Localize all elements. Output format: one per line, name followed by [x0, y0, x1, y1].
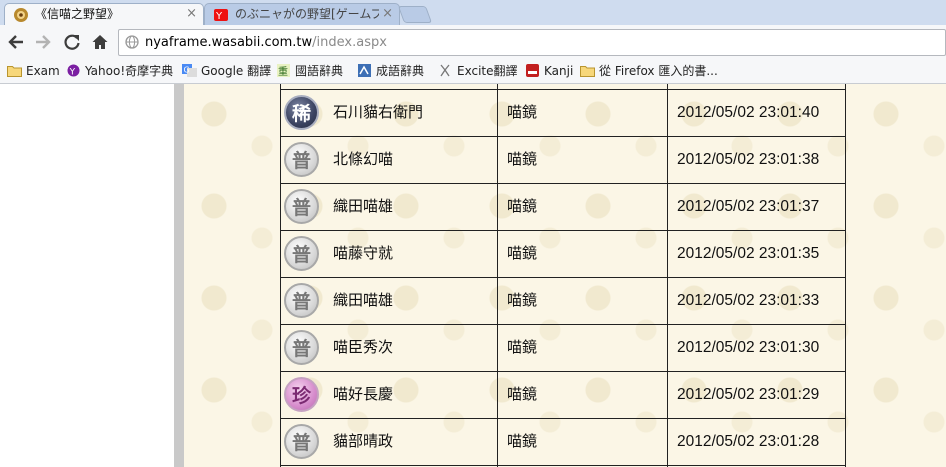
rarity-badge-icon: 珍 — [284, 377, 319, 412]
source-label: 喵鏡 — [507, 197, 538, 215]
source-label: 喵鏡 — [507, 432, 538, 450]
table-row: 普 喵藤守就 喵鏡 2012/05/02 23:01:35 — [280, 230, 846, 277]
svg-text:Y: Y — [69, 68, 76, 78]
source-label: 喵鏡 — [507, 103, 538, 121]
new-tab-button[interactable] — [397, 6, 433, 23]
rarity-badge-icon: 普 — [284, 330, 319, 365]
source-label: 喵鏡 — [507, 338, 538, 356]
bookmarks-bar: Exam Y Yahoo!奇摩字典 G Google 翻譯 重 國語辭典 成語辭… — [0, 59, 946, 84]
card-name: 北條幻喵 — [333, 150, 394, 168]
tab-title: 《信喵之野望》 — [35, 7, 120, 21]
forward-icon[interactable] — [32, 31, 54, 53]
address-bar[interactable]: nyaframe.wasabii.com.tw/index.aspx — [118, 29, 946, 56]
svg-text:重: 重 — [278, 65, 288, 77]
timestamp: 2012/05/02 23:01:33 — [677, 292, 820, 309]
timestamp: 2012/05/02 23:01:28 — [677, 433, 820, 450]
table-row: 普 北條幻喵 喵鏡 2012/05/02 23:01:38 — [280, 136, 846, 183]
yahoo-icon: Y — [214, 9, 228, 22]
table-row: 普 織田喵雄 喵鏡 2012/05/02 23:01:37 — [280, 183, 846, 230]
excite-icon — [440, 64, 450, 77]
idiom-icon — [358, 64, 371, 77]
card-name: 喵臣秀次 — [333, 338, 394, 356]
tab-close-icon[interactable]: × — [186, 4, 197, 24]
table-row: 普 喵臣秀次 喵鏡 2012/05/02 23:01:30 — [280, 324, 846, 371]
home-icon[interactable] — [89, 31, 111, 53]
tab-strip: 《信喵之野望》 × Y のぶニャがの野望[ゲームプ × — [0, 0, 946, 25]
source-label: 喵鏡 — [507, 291, 538, 309]
rarity-badge-icon: 普 — [284, 189, 319, 224]
table-row: 普 貓部晴政 喵鏡 2012/05/02 23:01:28 — [280, 418, 846, 465]
tab-nyaframe[interactable]: 《信喵之野望》 × — [4, 3, 204, 25]
timestamp: 2012/05/02 23:01:40 — [677, 104, 820, 121]
back-icon[interactable] — [5, 31, 27, 53]
timestamp: 2012/05/02 23:01:30 — [677, 339, 820, 356]
card-name: 織田喵雄 — [333, 197, 394, 215]
source-label: 喵鏡 — [507, 244, 538, 262]
dictionary-icon: 重 — [277, 64, 290, 77]
page-left-border — [174, 84, 184, 467]
rarity-badge-icon: 普 — [284, 236, 319, 271]
timestamp: 2012/05/02 23:01:38 — [677, 151, 820, 168]
svg-text:G: G — [184, 66, 190, 75]
reload-icon[interactable] — [61, 31, 83, 53]
globe-icon — [125, 35, 139, 49]
table-row: 珍 喵好長慶 喵鏡 2012/05/02 23:01:29 — [280, 371, 846, 418]
table-row: 普 織田喵雄 喵鏡 2012/05/02 23:01:33 — [280, 277, 846, 324]
source-label: 喵鏡 — [507, 150, 538, 168]
card-name: 貓部晴政 — [333, 432, 394, 450]
folder-icon — [580, 66, 595, 77]
kanji-icon — [526, 64, 539, 77]
timestamp: 2012/05/02 23:01:37 — [677, 198, 820, 215]
card-name: 喵好長慶 — [333, 385, 394, 403]
table-row-divider — [280, 465, 846, 466]
svg-text:Y: Y — [215, 11, 223, 22]
card-name: 喵藤守就 — [333, 244, 394, 262]
folder-icon — [7, 66, 22, 77]
source-label: 喵鏡 — [507, 385, 538, 403]
tab-nobunyaga[interactable]: Y のぶニャがの野望[ゲームプ × — [204, 3, 400, 25]
table-row: 稀 石川貓右衛門 喵鏡 2012/05/02 23:01:40 — [280, 89, 846, 136]
url-text: nyaframe.wasabii.com.tw/index.aspx — [145, 35, 387, 50]
rarity-badge-icon: 普 — [284, 283, 319, 318]
log-table: 稀 石川貓右衛門 喵鏡 2012/05/02 23:01:40 普 北條幻喵 喵… — [280, 84, 846, 467]
timestamp: 2012/05/02 23:01:29 — [677, 386, 820, 403]
cat-crest-icon — [14, 8, 28, 22]
yahoo-icon: Y — [67, 64, 80, 78]
rarity-badge-icon: 稀 — [284, 95, 319, 130]
tab-title: のぶニャがの野望[ゲームプ — [235, 7, 379, 21]
card-name: 石川貓右衛門 — [333, 103, 424, 121]
tab-close-icon[interactable]: × — [382, 4, 393, 24]
card-name: 織田喵雄 — [333, 291, 394, 309]
timestamp: 2012/05/02 23:01:35 — [677, 245, 820, 262]
rarity-badge-icon: 普 — [284, 142, 319, 177]
rarity-badge-icon: 普 — [284, 424, 319, 459]
google-translate-icon: G — [182, 64, 197, 77]
